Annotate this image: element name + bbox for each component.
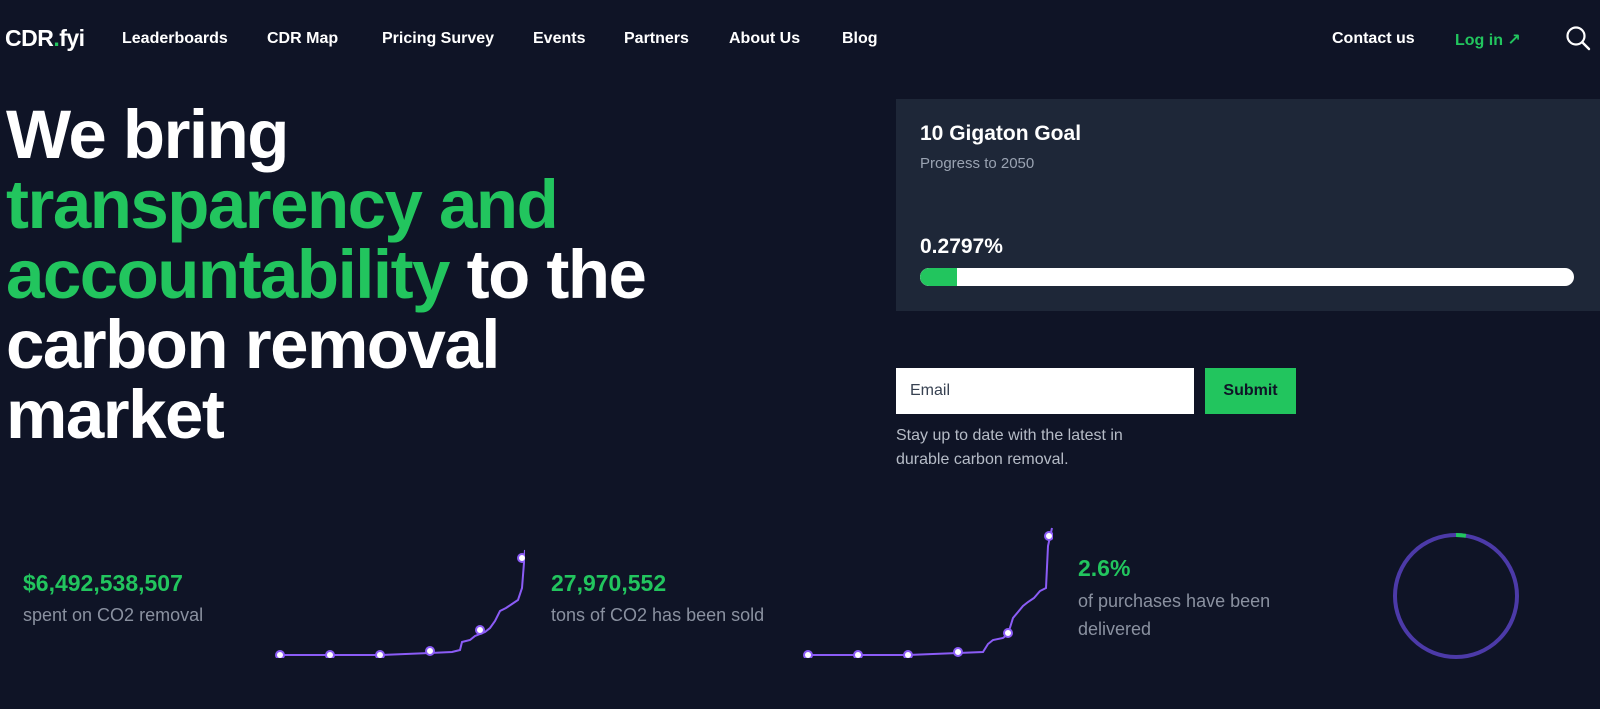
tons-sparkline-point (953, 647, 963, 657)
goal-percent: 0.2797% (920, 235, 1003, 258)
tons-sparkline-point (853, 650, 863, 658)
nav-cdr-map[interactable]: CDR Map (267, 30, 338, 48)
delivered-ring-track (1393, 533, 1519, 659)
spending-sparkline-point (325, 650, 335, 658)
newsletter-note: Stay up to date with the latest in durab… (896, 427, 1123, 468)
delivered-ring-chart (1393, 533, 1519, 659)
tons-sparkline-line (808, 527, 1053, 656)
spending-sparkline-point (375, 650, 385, 658)
hero-heading: We bring transparency and accountability… (6, 100, 806, 450)
stat-delivered-value: 2.6% (1078, 555, 1131, 581)
hero-line-5: market (6, 376, 225, 453)
goal-title: 10 Gigaton Goal (920, 122, 1082, 145)
hero-line-3-rest: to the (448, 236, 647, 313)
nav-events[interactable]: Events (533, 30, 585, 48)
goal-progress-bar (920, 268, 1574, 286)
stat-spent-label: spent on CO2 removal (23, 605, 204, 625)
spending-sparkline-point (275, 650, 285, 658)
tons-sparkline (803, 527, 1053, 658)
stat-tons-value: 27,970,552 (551, 570, 667, 596)
search-icon[interactable] (1565, 25, 1591, 51)
nav-blog[interactable]: Blog (842, 30, 878, 48)
spending-sparkline-line (280, 549, 525, 656)
tons-sparkline-point (1044, 531, 1053, 541)
goal-card: 10 Gigaton Goal Progress to 2050 0.2797% (896, 99, 1600, 311)
nav-leaderboards[interactable]: Leaderboards (122, 30, 228, 48)
spending-sparkline-point (425, 646, 435, 656)
spending-sparkline-point (475, 625, 485, 635)
login-link[interactable]: Log in ↗ (1455, 30, 1521, 50)
logo-suffix: fyi (59, 25, 85, 51)
spending-sparkline (275, 549, 525, 658)
hero-highlight-2: accountability (6, 236, 450, 313)
stat-delivered-label: of purchases have been delivered (1078, 587, 1270, 643)
logo[interactable]: CDR.fyi (5, 25, 85, 52)
goal-progress-fill (920, 268, 958, 286)
nav-about-us[interactable]: About Us (729, 30, 800, 48)
tons-sparkline-point (1003, 628, 1013, 638)
submit-button[interactable]: Submit (1205, 368, 1296, 414)
stat-delivered-label-line-2: delivered (1078, 619, 1152, 639)
contact-us-link[interactable]: Contact us (1332, 30, 1415, 48)
spending-sparkline-point (517, 553, 525, 563)
top-nav: CDR.fyi Leaderboards CDR Map Pricing Sur… (0, 0, 1600, 78)
stat-delivered-label-line-1: of purchases have been (1078, 591, 1271, 611)
hero-highlight-1: transparency and (6, 166, 559, 243)
stat-tons-label: tons of CO2 has been sold (551, 605, 765, 625)
nav-partners[interactable]: Partners (624, 30, 689, 48)
email-input[interactable] (896, 368, 1194, 414)
logo-main: CDR (5, 25, 54, 51)
hero-line-1: We bring (6, 96, 289, 173)
nav-pricing-survey[interactable]: Pricing Survey (382, 30, 494, 48)
tons-sparkline-point (903, 650, 913, 658)
goal-subtitle: Progress to 2050 (920, 155, 1035, 172)
hero-line-4: carbon removal (6, 306, 500, 383)
stat-spent-value: $6,492,538,507 (23, 570, 183, 596)
tons-sparkline-point (803, 650, 813, 658)
